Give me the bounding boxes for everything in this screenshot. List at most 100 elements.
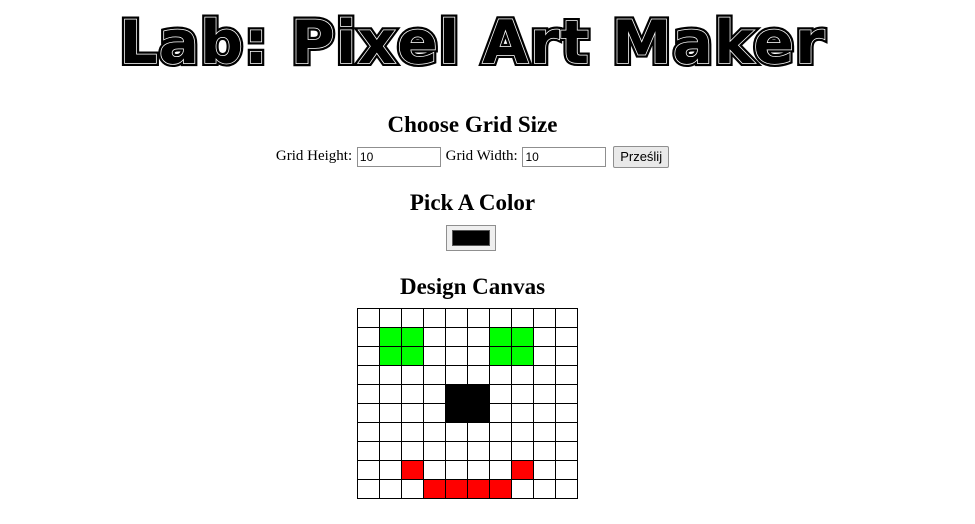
canvas-cell[interactable] [489,460,512,480]
canvas-cell[interactable] [489,308,512,328]
canvas-cell[interactable] [423,460,446,480]
canvas-cell[interactable] [555,479,578,499]
canvas-cell[interactable] [357,346,380,366]
canvas-cell[interactable] [467,460,490,480]
canvas-cell[interactable] [511,365,534,385]
canvas-cell[interactable] [379,479,402,499]
canvas-cell[interactable] [533,479,556,499]
canvas-cell[interactable] [445,403,468,423]
color-picker[interactable] [446,225,496,251]
canvas-cell[interactable] [445,365,468,385]
canvas-cell[interactable] [357,422,380,442]
canvas-cell[interactable] [467,479,490,499]
canvas-cell[interactable] [379,460,402,480]
canvas-cell[interactable] [511,441,534,461]
canvas-cell[interactable] [401,346,424,366]
canvas-cell[interactable] [489,403,512,423]
canvas-cell[interactable] [555,384,578,404]
canvas-cell[interactable] [555,308,578,328]
canvas-cell[interactable] [489,327,512,347]
canvas-cell[interactable] [533,327,556,347]
canvas-cell[interactable] [511,460,534,480]
canvas-cell[interactable] [401,308,424,328]
canvas-cell[interactable] [423,403,446,423]
canvas-cell[interactable] [511,384,534,404]
canvas-cell[interactable] [489,384,512,404]
grid-width-input[interactable] [522,146,607,167]
canvas-cell[interactable] [445,308,468,328]
canvas-cell[interactable] [401,479,424,499]
canvas-cell[interactable] [357,479,380,499]
canvas-cell[interactable] [533,308,556,328]
canvas-cell[interactable] [467,308,490,328]
canvas-cell[interactable] [489,422,512,442]
canvas-cell[interactable] [401,384,424,404]
canvas-cell[interactable] [489,346,512,366]
canvas-cell[interactable] [379,422,402,442]
canvas-cell[interactable] [357,384,380,404]
canvas-cell[interactable] [467,441,490,461]
canvas-cell[interactable] [467,365,490,385]
canvas-cell[interactable] [533,403,556,423]
canvas-cell[interactable] [511,422,534,442]
canvas-cell[interactable] [555,422,578,442]
canvas-cell[interactable] [423,365,446,385]
canvas-cell[interactable] [445,460,468,480]
canvas-cell[interactable] [555,403,578,423]
canvas-cell[interactable] [533,346,556,366]
canvas-cell[interactable] [357,327,380,347]
canvas-cell[interactable] [379,441,402,461]
submit-button[interactable]: Prześlij [613,145,670,168]
canvas-cell[interactable] [533,460,556,480]
canvas-cell[interactable] [555,460,578,480]
canvas-cell[interactable] [423,441,446,461]
canvas-cell[interactable] [357,403,380,423]
canvas-cell[interactable] [533,422,556,442]
canvas-cell[interactable] [445,327,468,347]
canvas-cell[interactable] [445,422,468,442]
canvas-cell[interactable] [445,346,468,366]
canvas-cell[interactable] [423,308,446,328]
grid-height-input[interactable] [356,146,441,167]
canvas-cell[interactable] [511,403,534,423]
canvas-cell[interactable] [467,327,490,347]
canvas-cell[interactable] [423,327,446,347]
canvas-cell[interactable] [467,403,490,423]
canvas-cell[interactable] [511,479,534,499]
canvas-cell[interactable] [401,403,424,423]
canvas-cell[interactable] [467,422,490,442]
canvas-cell[interactable] [533,365,556,385]
canvas-cell[interactable] [489,365,512,385]
canvas-cell[interactable] [533,384,556,404]
canvas-cell[interactable] [401,365,424,385]
canvas-cell[interactable] [401,460,424,480]
canvas-cell[interactable] [357,308,380,328]
canvas-cell[interactable] [357,441,380,461]
canvas-cell[interactable] [379,308,402,328]
canvas-cell[interactable] [379,327,402,347]
canvas-cell[interactable] [467,384,490,404]
canvas-cell[interactable] [423,346,446,366]
canvas-cell[interactable] [379,346,402,366]
canvas-cell[interactable] [423,479,446,499]
canvas-cell[interactable] [555,346,578,366]
canvas-cell[interactable] [401,327,424,347]
canvas-cell[interactable] [357,365,380,385]
canvas-cell[interactable] [445,384,468,404]
canvas-cell[interactable] [511,327,534,347]
canvas-cell[interactable] [445,479,468,499]
canvas-cell[interactable] [423,422,446,442]
canvas-cell[interactable] [511,308,534,328]
canvas-cell[interactable] [467,346,490,366]
canvas-cell[interactable] [445,441,468,461]
canvas-cell[interactable] [555,365,578,385]
canvas-cell[interactable] [555,441,578,461]
canvas-cell[interactable] [379,384,402,404]
canvas-cell[interactable] [511,346,534,366]
canvas-cell[interactable] [401,422,424,442]
canvas-cell[interactable] [379,365,402,385]
canvas-cell[interactable] [489,479,512,499]
canvas-cell[interactable] [423,384,446,404]
canvas-cell[interactable] [379,403,402,423]
canvas-cell[interactable] [401,441,424,461]
